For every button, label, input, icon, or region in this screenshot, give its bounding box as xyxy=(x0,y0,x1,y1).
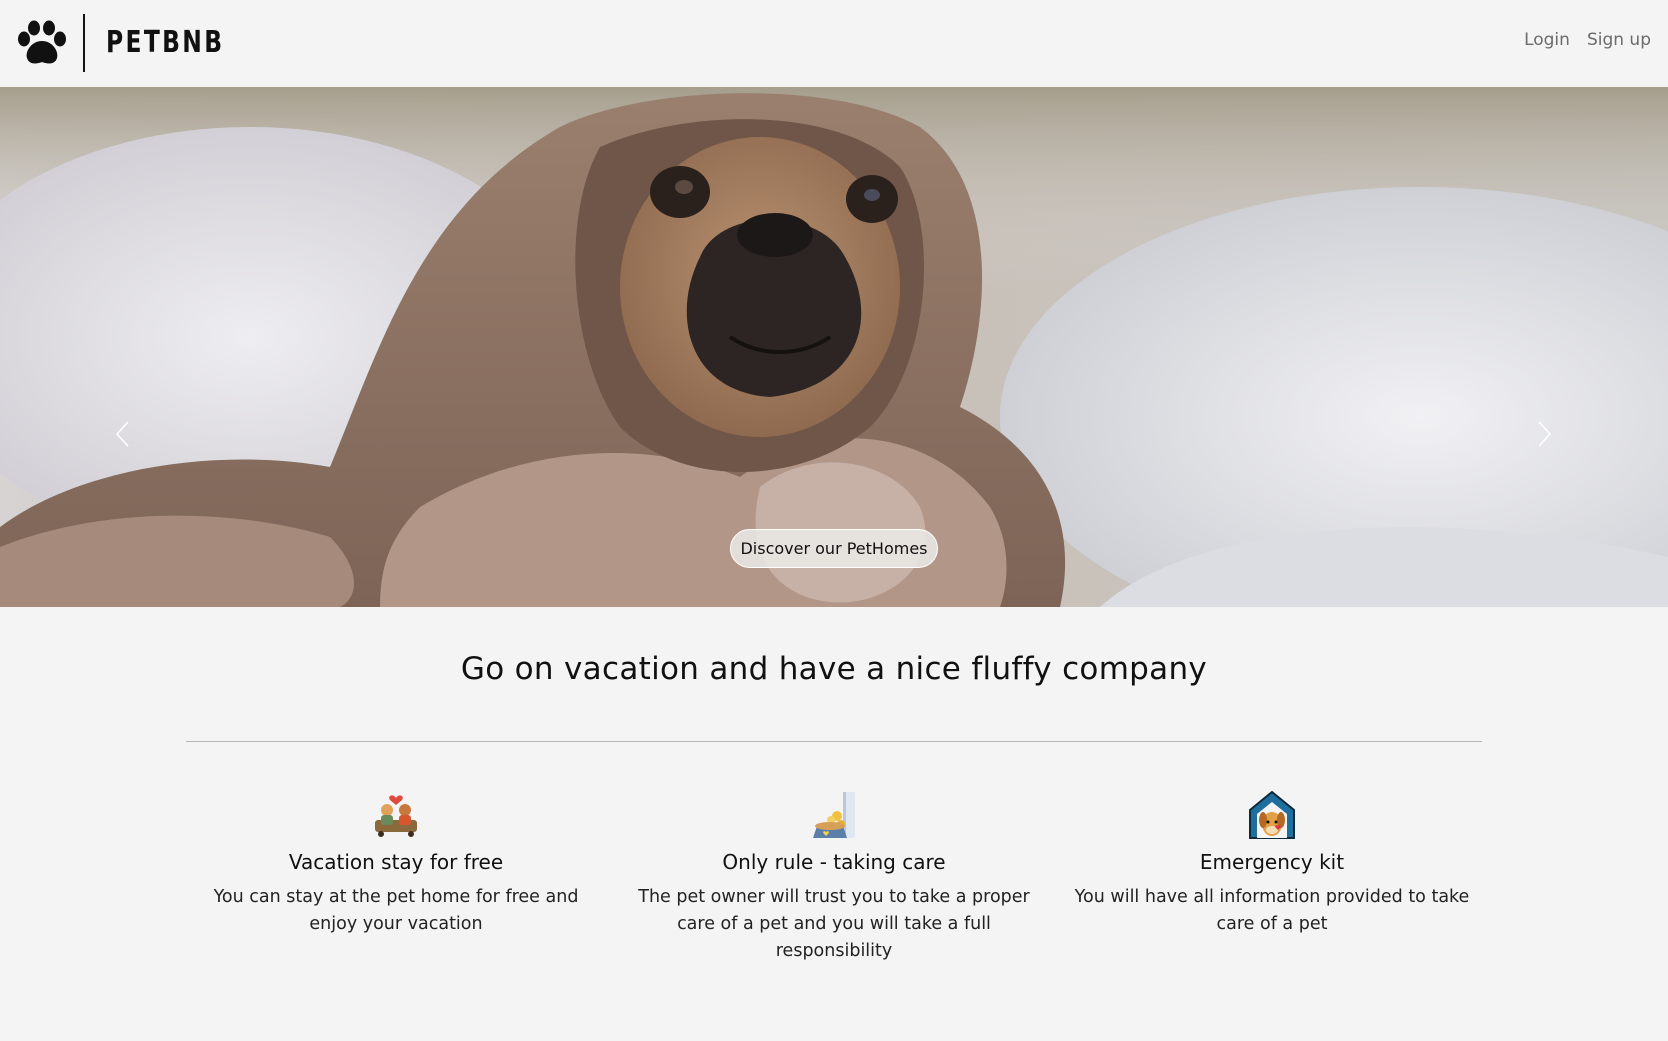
pet-house-icon xyxy=(1249,790,1295,839)
logo-divider xyxy=(83,14,85,72)
brand-name: PETBNB xyxy=(106,25,225,60)
top-nav: Login Sign up xyxy=(1524,30,1651,50)
feature-care: Only rule - taking care The pet owner wi… xyxy=(624,790,1044,965)
hero-carousel: Discover our PetHomes xyxy=(0,87,1668,607)
carousel-next-button[interactable] xyxy=(1533,420,1555,448)
paw-icon xyxy=(18,20,66,64)
feature-title: Only rule - taking care xyxy=(722,850,946,874)
brand-logo[interactable]: PETBNB xyxy=(17,14,258,72)
vacation-people-icon xyxy=(375,795,417,837)
feature-description: The pet owner will trust you to take a p… xyxy=(638,887,1030,961)
carousel-prev-button[interactable] xyxy=(112,420,134,448)
site-header: PETBNB Login Sign up xyxy=(0,0,1668,87)
pet-food-icon xyxy=(813,792,855,838)
login-link[interactable]: Login xyxy=(1524,30,1570,50)
features-list: Vacation stay for free You can stay at t… xyxy=(186,790,1482,965)
feature-title: Emergency kit xyxy=(1199,850,1345,874)
page-headline: Go on vacation and have a nice fluffy co… xyxy=(460,651,1208,687)
feature-emergency: Emergency kit You will have all informat… xyxy=(1062,790,1482,965)
chevron-left-icon xyxy=(115,421,129,447)
discover-pethomes-button[interactable]: Discover our PetHomes xyxy=(730,529,938,568)
feature-description: You will have all information provided t… xyxy=(1074,887,1470,934)
feature-title: Vacation stay for free xyxy=(288,850,504,874)
section-divider xyxy=(186,741,1482,742)
feature-description: You can stay at the pet home for free an… xyxy=(213,887,579,934)
signup-link[interactable]: Sign up xyxy=(1587,30,1651,50)
chevron-right-icon xyxy=(1538,421,1552,447)
feature-vacation: Vacation stay for free You can stay at t… xyxy=(186,790,606,965)
